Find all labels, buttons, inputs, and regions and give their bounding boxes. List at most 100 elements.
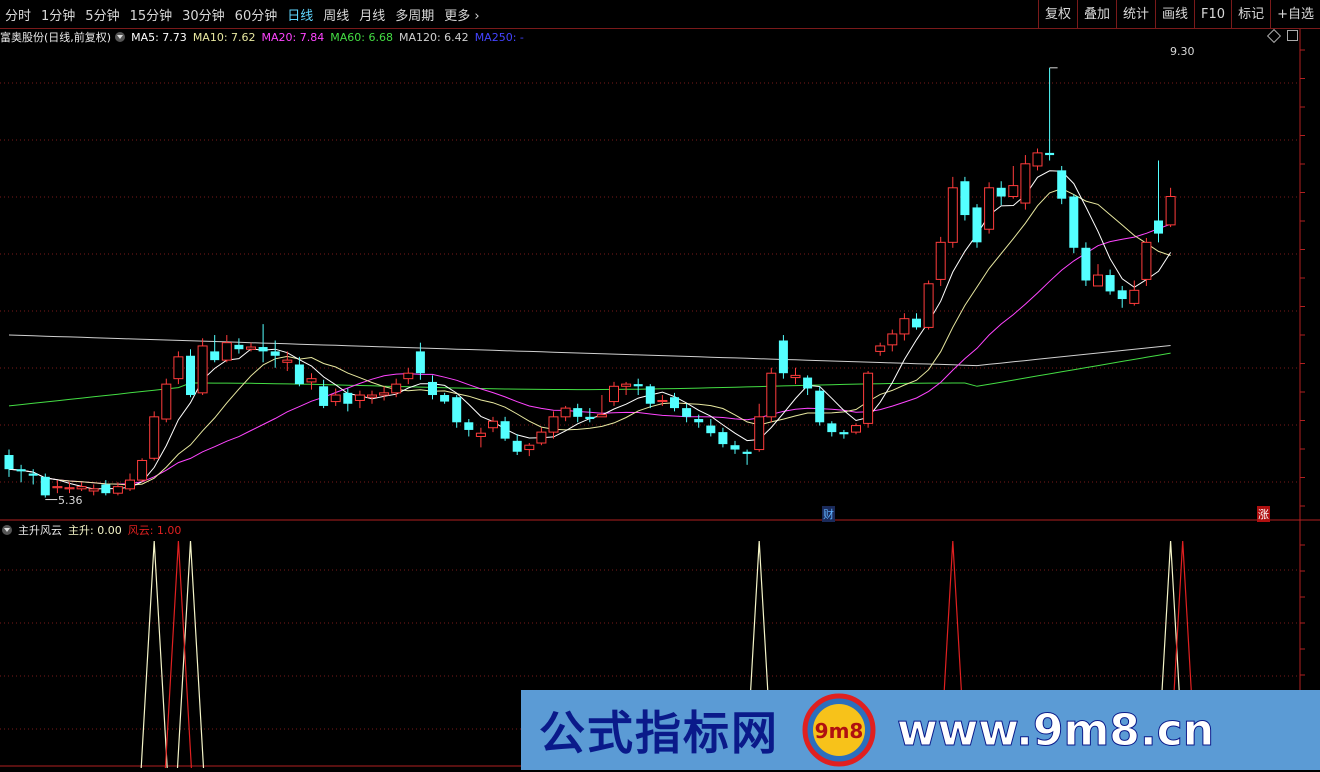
candle-body — [4, 455, 14, 470]
candle-body — [1032, 152, 1043, 167]
candle-body — [1141, 241, 1152, 280]
candle-body — [306, 378, 317, 383]
fengyun-value: 风云: 1.00 — [127, 524, 182, 537]
candle-body — [246, 346, 256, 350]
candle-body — [935, 241, 946, 280]
candle-body — [512, 440, 522, 452]
candle-body — [670, 397, 679, 409]
candle-body — [875, 345, 886, 352]
candle-body — [210, 351, 220, 361]
candle-body — [125, 479, 135, 490]
candle-body — [657, 399, 668, 403]
candle-body — [1165, 196, 1176, 226]
candle-body — [596, 414, 607, 418]
indicator-name[interactable]: 主升风云 — [18, 522, 62, 538]
candle-body — [730, 445, 740, 450]
candle-body — [839, 432, 849, 435]
candle-body — [972, 207, 982, 243]
candle-body — [1081, 247, 1091, 281]
candle-body — [803, 377, 813, 389]
candle-body — [851, 425, 861, 433]
candle-body — [754, 416, 765, 451]
candle-body — [912, 318, 921, 328]
candle-body — [40, 476, 50, 496]
candle-body — [984, 187, 995, 230]
kline-chart[interactable] — [0, 0, 1320, 770]
candle-body — [112, 486, 123, 494]
candle-body — [354, 394, 365, 401]
candle-body — [827, 423, 837, 433]
candle-body — [947, 187, 958, 243]
candle-body — [415, 351, 425, 374]
candle-body — [609, 385, 619, 403]
candle-body — [694, 419, 704, 423]
candle-body — [645, 386, 655, 404]
candle-body — [440, 395, 450, 402]
candle-body — [633, 384, 643, 387]
candle-body — [294, 364, 304, 385]
candle-body — [1069, 196, 1079, 248]
candle-body — [887, 333, 898, 346]
candle-body — [221, 342, 232, 361]
candle-body — [1129, 289, 1140, 304]
zhang-marker[interactable]: 涨 — [1257, 506, 1270, 522]
candle-body — [706, 425, 716, 434]
indicator-dropdown-icon[interactable] — [2, 525, 12, 535]
candle-body — [500, 421, 510, 439]
zhusheng-signal — [176, 540, 205, 769]
candle-body — [1154, 220, 1163, 234]
candle-body — [815, 390, 825, 423]
candle-body — [197, 345, 208, 394]
watermark-right-text: www.9m8.cn — [896, 704, 1215, 756]
candle-body — [621, 383, 632, 387]
candle-body — [585, 416, 595, 420]
watermark-banner: 公式指标网 9m8 www.9m8.cn — [521, 690, 1320, 770]
candle-body — [391, 383, 402, 394]
candle-body — [923, 283, 934, 328]
candle-body — [742, 451, 752, 454]
candle-body — [1020, 163, 1031, 204]
candle-body — [173, 356, 184, 380]
candle-body — [64, 487, 75, 490]
watermark-logo-text: 9m8 — [815, 719, 864, 743]
high-price-label: 9.30 — [1170, 45, 1195, 58]
candle-body — [573, 408, 583, 417]
candle-body — [1008, 185, 1019, 198]
candle-body — [682, 408, 692, 417]
zhusheng-signal — [140, 540, 168, 769]
candle-body — [379, 392, 390, 396]
cai-marker[interactable]: 财 — [822, 506, 835, 522]
candle-body — [367, 394, 377, 398]
candle-body — [718, 432, 728, 445]
candle-body — [996, 187, 1006, 197]
watermark-left-text: 公式指标网 — [539, 706, 779, 760]
candle-body — [258, 347, 268, 352]
candle-body — [548, 416, 559, 433]
candle-body — [234, 344, 244, 350]
candle-body — [101, 484, 111, 494]
zhusheng-value: 主升: 0.00 — [68, 524, 122, 537]
candle-body — [1093, 274, 1103, 287]
candle-body — [475, 432, 486, 437]
candle-body — [1057, 170, 1067, 199]
ma10-line — [8, 188, 1171, 486]
candle-body — [863, 372, 874, 424]
ma5-line — [8, 170, 1172, 490]
candle-body — [428, 381, 437, 396]
candle-body — [488, 420, 498, 429]
candle-body — [464, 422, 474, 430]
fengyun-signal — [164, 540, 192, 769]
candle-body — [1117, 290, 1127, 300]
candle-body — [330, 394, 341, 403]
candle-body — [1045, 152, 1055, 156]
candle-body — [88, 488, 99, 492]
candle-body — [790, 374, 801, 379]
candle-body — [766, 372, 777, 418]
candle-body — [524, 444, 535, 451]
candle-body — [319, 386, 329, 406]
low-price-label: 5.36 — [58, 494, 83, 507]
watermark-logo-icon: 9m8 — [801, 692, 877, 768]
candle-body — [16, 469, 26, 472]
candle-body — [778, 340, 788, 374]
candle-body — [452, 397, 462, 423]
